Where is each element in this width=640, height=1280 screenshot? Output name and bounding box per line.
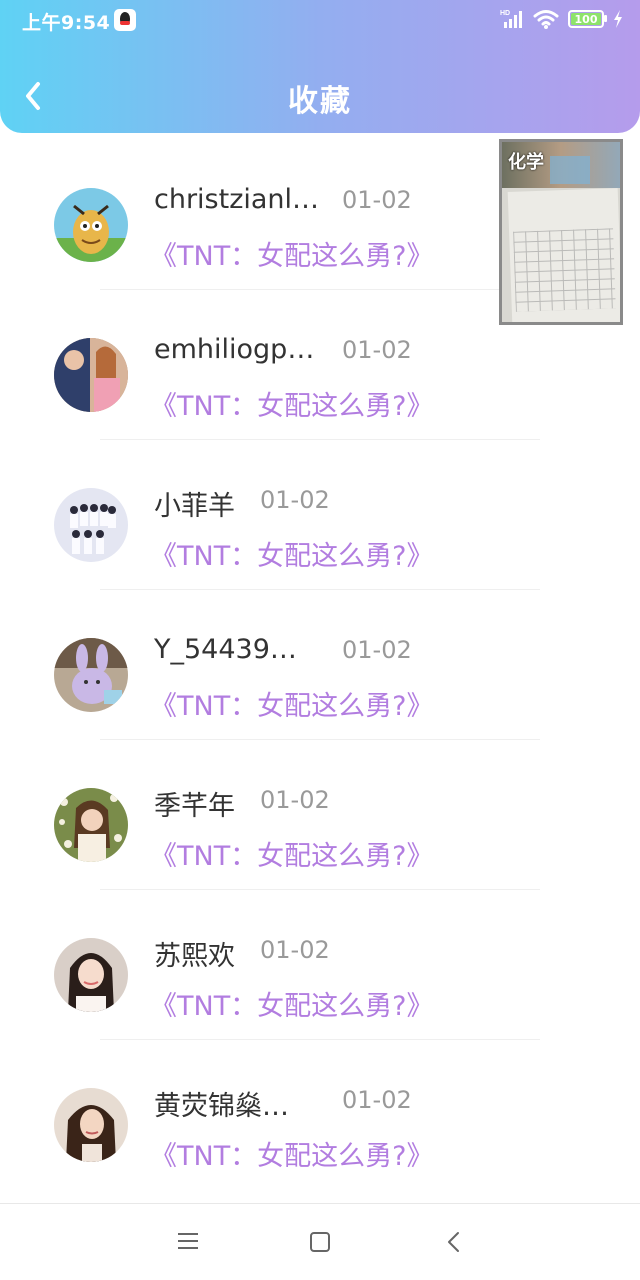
list-item[interactable]: 季芊年 01-02 《TNT：女配这么勇?》 <box>0 750 640 900</box>
status-time: 上午9:54 <box>22 12 111 34</box>
date-label: 01-02 <box>342 1086 412 1114</box>
divider <box>100 439 540 440</box>
floating-video-window[interactable]: 化学 <box>499 139 623 325</box>
pip-paper-sheet <box>507 188 620 322</box>
list-item[interactable]: 黄荧锦燊… 01-02 《TNT：女配这么勇?》 <box>0 1050 640 1200</box>
app-header: 上午9:54 HD 100 收藏 <box>0 0 640 133</box>
date-label: 01-02 <box>342 336 412 364</box>
list-item[interactable]: 小菲羊 01-02 《TNT：女配这么勇?》 <box>0 450 640 600</box>
divider <box>100 739 540 740</box>
status-bar: 上午9:54 HD 100 <box>0 0 640 40</box>
divider <box>100 289 540 290</box>
cartoon-avatar[interactable] <box>54 188 128 262</box>
woman-portrait-avatar[interactable] <box>54 1088 128 1162</box>
book-title-link[interactable]: 《TNT：女配这么勇?》 <box>150 984 434 1023</box>
book-title-link[interactable]: 《TNT：女配这么勇?》 <box>150 534 434 573</box>
system-nav-bar <box>0 1203 640 1280</box>
pip-video-highlight <box>550 156 590 184</box>
user-name: christzianl… <box>154 184 320 215</box>
book-title-link[interactable]: 《TNT：女配这么勇?》 <box>150 834 434 873</box>
divider <box>100 1039 540 1040</box>
date-label: 01-02 <box>260 936 330 964</box>
user-name: emhiliogp… <box>154 334 315 365</box>
signal-icon: HD <box>500 10 522 28</box>
book-title-link[interactable]: 《TNT：女配这么勇?》 <box>150 234 434 273</box>
plush-toy-avatar[interactable] <box>54 638 128 712</box>
user-name: 季芊年 <box>154 791 235 822</box>
signal-hd-label: HD <box>500 10 510 17</box>
book-title-link[interactable]: 《TNT：女配这么勇?》 <box>150 384 434 423</box>
date-label: 01-02 <box>342 186 412 214</box>
battery-level: 100 <box>571 13 601 26</box>
group-photo-avatar[interactable] <box>54 488 128 562</box>
flower-girl-avatar[interactable] <box>54 788 128 862</box>
home-icon[interactable] <box>310 1232 330 1252</box>
girl-portrait-avatar[interactable] <box>54 938 128 1012</box>
book-title-link[interactable]: 《TNT：女配这么勇?》 <box>150 684 434 723</box>
couple-photo-avatar[interactable] <box>54 338 128 412</box>
list-item[interactable]: 苏熙欢 01-02 《TNT：女配这么勇?》 <box>0 900 640 1050</box>
user-name: 苏熙欢 <box>154 941 235 972</box>
pip-paper-grid <box>513 228 616 312</box>
divider <box>100 889 540 890</box>
user-name: Y_54439… <box>154 634 297 665</box>
list-item[interactable]: Y_54439… 01-02 《TNT：女配这么勇?》 <box>0 600 640 750</box>
charging-icon <box>614 10 622 28</box>
user-name: 黄荧锦燊… <box>154 1091 289 1122</box>
battery-icon: 100 <box>568 10 604 28</box>
pip-label: 化学 <box>508 152 544 173</box>
date-label: 01-02 <box>260 486 330 514</box>
date-label: 01-02 <box>342 636 412 664</box>
page-title: 收藏 <box>288 84 352 119</box>
menu-icon[interactable] <box>178 1232 198 1250</box>
battery-cap <box>604 15 607 22</box>
back-icon[interactable] <box>444 1230 464 1254</box>
date-label: 01-02 <box>260 786 330 814</box>
user-name: 小菲羊 <box>154 491 235 522</box>
qq-notification-icon <box>114 9 136 31</box>
book-title-link[interactable]: 《TNT：女配这么勇?》 <box>150 1134 434 1173</box>
wifi-icon <box>533 10 559 29</box>
divider <box>100 589 540 590</box>
